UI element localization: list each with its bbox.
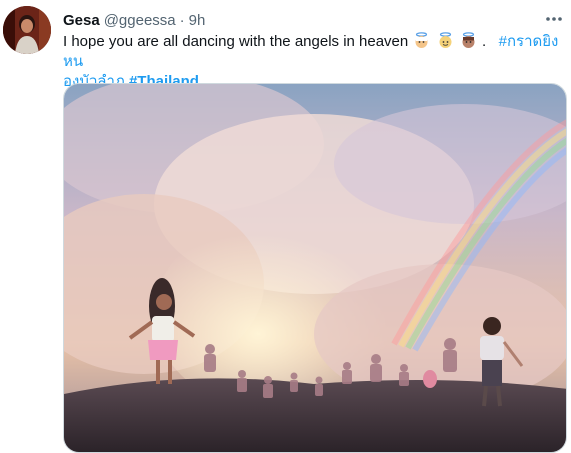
- avatar-image: [3, 6, 51, 54]
- timestamp[interactable]: 9h: [189, 12, 206, 29]
- angel-face-emoji: [415, 32, 428, 48]
- avatar[interactable]: [3, 6, 51, 54]
- angel-face-emoji: [462, 32, 475, 48]
- tweet-period: .: [481, 33, 487, 50]
- tweet-header: Gesa @ggeessa · 9h: [63, 10, 205, 30]
- separator: ·: [179, 11, 185, 29]
- angel-face-emoji: [439, 32, 452, 48]
- tweet-card[interactable]: Gesa @ggeessa · 9h I hope you are all da…: [0, 0, 571, 453]
- tweet-body: I hope you are all dancing with the ange…: [63, 33, 409, 50]
- tweet-media-image[interactable]: [63, 83, 567, 453]
- more-horizontal-icon[interactable]: [544, 10, 571, 28]
- display-name[interactable]: Gesa: [63, 12, 100, 29]
- user-handle[interactable]: @ggeessa: [104, 12, 176, 29]
- children-clouds-rainbow-image: [64, 84, 566, 452]
